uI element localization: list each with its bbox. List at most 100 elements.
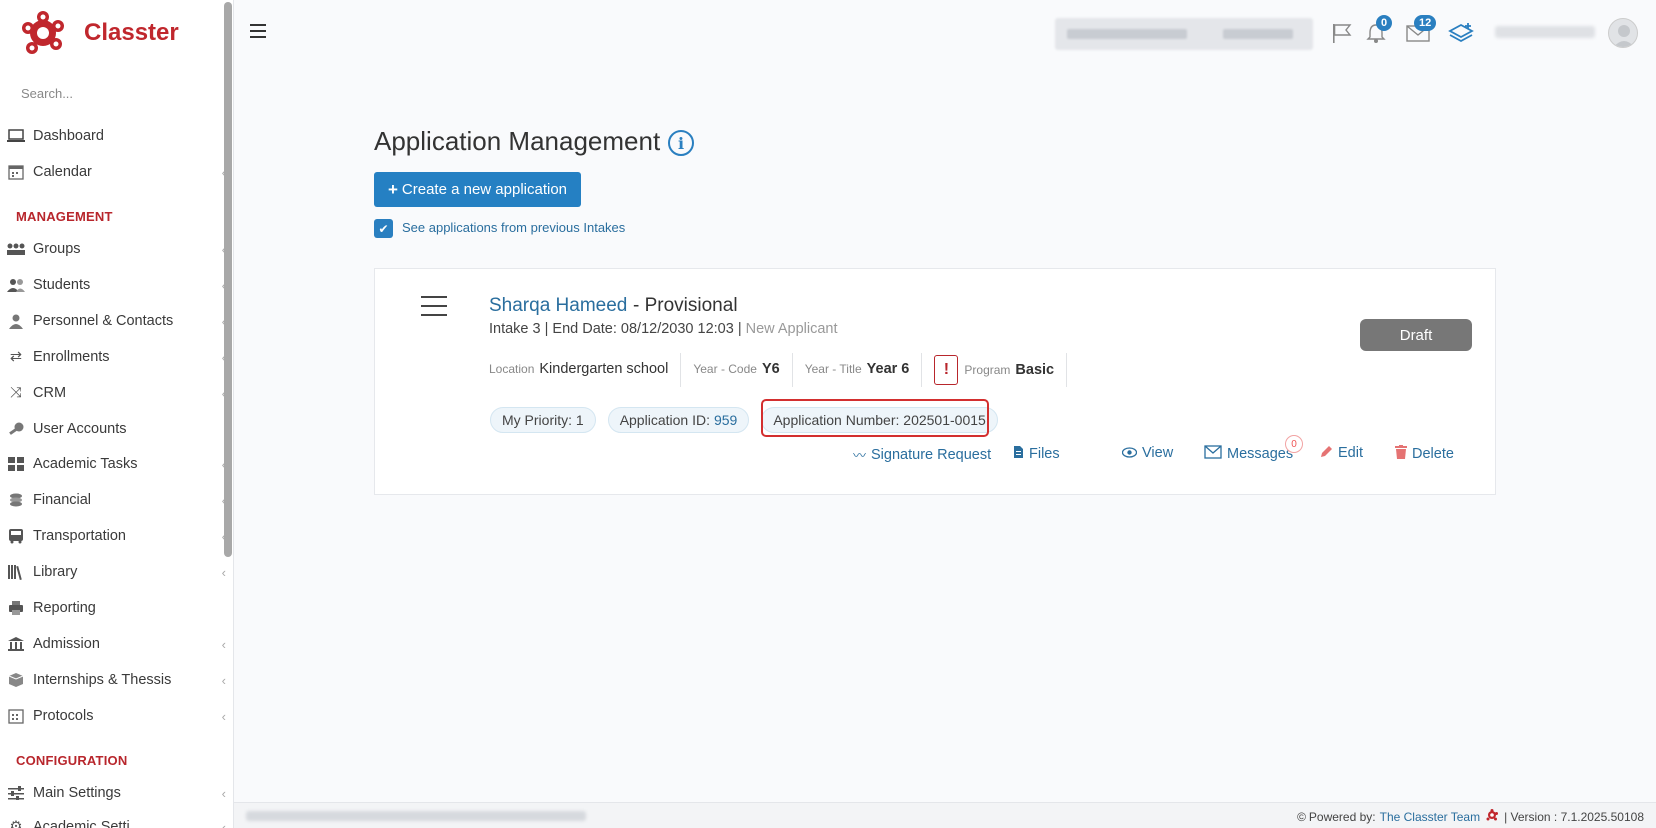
sidebar-item-transportation[interactable]: Transportation ‹: [6, 522, 226, 550]
key-icon: [6, 420, 26, 438]
sidebar-item-academic-settings[interactable]: ⚙ Academic Setti... ‹: [6, 813, 227, 828]
grid-icon: [6, 455, 26, 473]
intake-details: Intake 3 | End Date: 08/12/2030 12:03 |: [489, 321, 746, 337]
sidebar-item-internships-thessis[interactable]: Internships & Thessis ‹: [6, 666, 226, 694]
view-label: View: [1142, 445, 1174, 461]
app-logo[interactable]: Classter: [20, 10, 179, 56]
calendar-grid-icon: [6, 707, 26, 725]
signature-icon: 〰: [853, 448, 867, 463]
sidebar-item-label: Calendar: [33, 164, 92, 180]
program-field: ! Program Basic: [922, 353, 1068, 387]
sidebar-item-academic-tasks[interactable]: Academic Tasks ‹: [6, 450, 226, 478]
sidebar-item-groups[interactable]: Groups ‹: [6, 235, 226, 263]
info-icon[interactable]: i: [668, 130, 694, 156]
sidebar-item-label: Admission: [33, 636, 100, 652]
shuffle-icon: ⤨: [10, 385, 22, 401]
program-value: Basic: [1015, 362, 1055, 378]
sidebar-search-input[interactable]: Search...: [21, 86, 73, 101]
envelope-icon: [1204, 445, 1222, 462]
notifications-count-badge: 0: [1376, 15, 1393, 31]
application-status: - Provisional: [633, 295, 738, 316]
classter-team-link[interactable]: The Classter Team: [1380, 810, 1480, 824]
copyright-icon: ©: [1297, 809, 1306, 824]
sidebar-item-reporting[interactable]: Reporting: [6, 594, 226, 622]
sidebar: Classter Search... Dashboard Calendar ‹ …: [0, 0, 234, 828]
sidebar-item-label: Transportation: [33, 528, 126, 544]
edit-action[interactable]: Edit: [1320, 445, 1363, 461]
view-action[interactable]: View: [1121, 445, 1174, 461]
chevron-left-icon: ‹: [221, 636, 226, 652]
students-icon: [6, 276, 26, 294]
sidebar-item-admission[interactable]: Admission ‹: [6, 630, 226, 658]
sidebar-item-library[interactable]: Library ‹: [6, 558, 226, 586]
applicant-name-link[interactable]: Sharqa Hameed: [489, 295, 627, 317]
year-title-value: Year 6: [866, 361, 910, 377]
files-action[interactable]: Files: [1013, 445, 1060, 462]
application-id-label: Application ID:: [619, 412, 710, 428]
chevron-left-icon: ‹: [221, 672, 226, 688]
create-application-label: Create a new application: [401, 181, 568, 198]
priority-pill: My Priority: 1: [490, 407, 596, 433]
warning-icon[interactable]: !: [934, 355, 959, 385]
year-code-field: Year - Code Y6: [681, 353, 793, 387]
groups-icon: [6, 240, 26, 258]
books-icon: [6, 563, 26, 581]
sidebar-item-personnel-contacts[interactable]: Personnel & Contacts ‹: [6, 307, 226, 335]
create-application-button[interactable]: + Create a new application: [374, 172, 581, 207]
sidebar-item-label: Dashboard: [33, 128, 104, 144]
chevron-left-icon: ‹: [221, 708, 226, 724]
sidebar-item-financial[interactable]: Financial ‹: [6, 486, 226, 514]
chevron-left-icon: ‹: [221, 785, 226, 801]
sidebar-item-label: Personnel & Contacts: [33, 313, 174, 329]
sidebar-item-protocols[interactable]: Protocols ‹: [6, 702, 226, 730]
powered-by-label: Powered by:: [1308, 809, 1376, 824]
pencil-icon: [1320, 445, 1333, 461]
plus-icon: +: [387, 179, 398, 199]
previous-intakes-label[interactable]: See applications from previous Intakes: [402, 220, 625, 235]
year-code-value: Y6: [761, 361, 780, 377]
applicant-type: New Applicant: [745, 321, 838, 337]
highlight-box: [761, 399, 989, 437]
sidebar-item-students[interactable]: Students ‹: [6, 271, 226, 299]
signature-request-action[interactable]: 〰 Signature Request: [853, 445, 991, 464]
sidebar-item-main-settings[interactable]: Main Settings ‹: [6, 779, 226, 807]
card-menu-icon[interactable]: [421, 296, 447, 316]
chevron-left-icon: ‹: [221, 819, 226, 828]
year-code-label: Year - Code: [693, 362, 757, 376]
app-name: Classter: [84, 19, 179, 46]
sidebar-item-label: Financial: [33, 492, 92, 508]
layers-icon[interactable]: [1448, 20, 1474, 46]
sidebar-item-crm[interactable]: ⤨ CRM ‹: [6, 379, 226, 407]
files-label: Files: [1029, 445, 1060, 462]
delete-label: Delete: [1412, 445, 1454, 462]
flag-icon[interactable]: [1328, 20, 1354, 46]
menu-toggle-icon[interactable]: [250, 24, 266, 38]
eye-icon: [1121, 446, 1138, 461]
application-id-pill: Application ID: 959: [607, 407, 750, 433]
school-year-selector[interactable]: [1055, 18, 1313, 50]
institution-icon: [6, 635, 26, 653]
printer-icon: [6, 599, 26, 617]
messages-action[interactable]: Messages: [1204, 445, 1293, 462]
sidebar-item-enrollments[interactable]: ⇄ Enrollments ‹: [6, 343, 226, 371]
draft-status-button[interactable]: Draft: [1360, 319, 1472, 351]
year-title-label: Year - Title: [804, 362, 862, 376]
user-avatar[interactable]: [1608, 18, 1638, 48]
sidebar-item-dashboard[interactable]: Dashboard: [6, 122, 226, 150]
calendar-icon: [6, 163, 26, 181]
sidebar-item-label: Main Settings: [33, 785, 121, 801]
edit-label: Edit: [1338, 445, 1363, 461]
sidebar-item-label: Enrollments: [33, 349, 110, 365]
sliders-icon: [6, 784, 26, 802]
sidebar-item-label: User Accounts: [33, 421, 127, 437]
bus-icon: [6, 527, 26, 545]
user-name[interactable]: [1495, 26, 1595, 38]
sidebar-item-calendar[interactable]: Calendar ‹: [6, 158, 226, 186]
program-label: Program: [964, 363, 1011, 377]
previous-intakes-checkbox[interactable]: ✔: [374, 219, 393, 238]
delete-action[interactable]: Delete: [1395, 445, 1454, 462]
sidebar-item-label: Reporting: [33, 600, 96, 616]
sidebar-item-user-accounts[interactable]: User Accounts: [6, 415, 226, 443]
sidebar-item-label: Internships & Thessis: [33, 672, 172, 688]
sidebar-scrollbar[interactable]: [224, 2, 232, 557]
